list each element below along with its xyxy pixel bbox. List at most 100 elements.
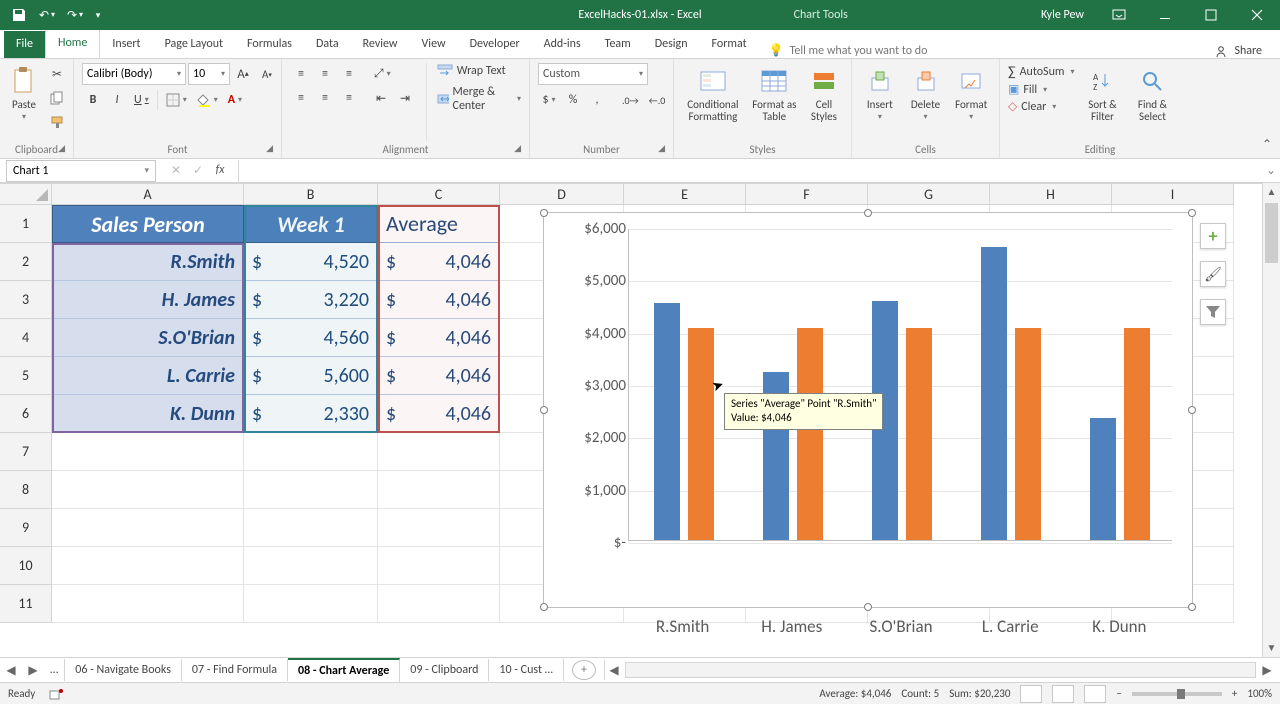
cell-C3[interactable]: $4,046 [378,281,500,319]
cell-A5[interactable]: L. Carrie [52,357,244,395]
cell-B6[interactable]: $2,330 [244,395,378,433]
scroll-left-icon[interactable]: ◀ [605,663,623,678]
comma-format-icon[interactable]: , [586,89,608,111]
sheet-tab-active[interactable]: 08 - Chart Average [288,658,400,682]
sheet-tab[interactable]: 09 - Clipboard [400,659,489,681]
decrease-font-icon[interactable]: A▾ [256,63,278,85]
chart-styles-button[interactable]: 🖌 [1200,261,1226,287]
increase-indent-icon[interactable]: ⇥ [394,87,416,109]
enter-formula-icon[interactable]: ✓ [188,163,208,178]
chart-handle[interactable] [540,209,548,217]
align-left-icon[interactable]: ≡ [290,87,312,109]
row-header[interactable]: 10 [0,547,52,585]
cell-styles-button[interactable]: Cell Styles [805,63,843,123]
sort-filter-button[interactable]: AZSort & Filter [1080,63,1124,123]
number-format-combo[interactable]: Custom▾ [538,63,648,85]
sheet-tab[interactable]: 06 - Navigate Books [65,659,182,681]
tab-file[interactable]: File [4,31,45,58]
font-size-combo[interactable]: 10▾ [188,63,230,85]
col-header[interactable]: A [52,184,244,205]
save-icon[interactable] [6,2,32,28]
macro-record-icon[interactable] [49,687,63,701]
chart-handle[interactable] [864,603,872,611]
tab-design[interactable]: Design [643,31,700,58]
sheet-nav-next-icon[interactable]: ▶ [22,663,44,678]
increase-font-icon[interactable]: A▴ [232,63,254,85]
cell-A1[interactable]: Sales Person [52,205,244,243]
vertical-scrollbar[interactable]: ▲ ▼ [1262,183,1280,657]
undo-icon[interactable]: ↶▾ [34,2,60,28]
borders-icon[interactable] [162,89,191,111]
autosum-button[interactable]: ∑AutoSum▾ [1008,63,1074,80]
cell-C2[interactable]: $4,046 [378,243,500,281]
expand-formula-bar-icon[interactable]: ⌄ [1262,163,1280,178]
view-normal-icon[interactable] [1020,685,1042,703]
cell-B3[interactable]: $3,220 [244,281,378,319]
collapse-ribbon-icon[interactable]: ⌃ [1262,137,1272,152]
col-header[interactable]: I [1112,184,1234,205]
merge-center-button[interactable]: Merge & Center▾ [437,85,521,113]
accounting-format-icon[interactable]: $ [538,89,560,111]
underline-icon[interactable]: U [130,89,153,111]
tell-me-search[interactable]: Tell me what you want to do [769,43,928,58]
chart-bar[interactable] [981,247,1007,540]
font-color-icon[interactable]: A [224,89,246,111]
maximize-icon[interactable] [1188,0,1234,30]
chart-handle[interactable] [1188,406,1196,414]
cell-B4[interactable]: $4,560 [244,319,378,357]
sheet-tab[interactable]: 10 - Cust … [489,659,564,681]
zoom-level[interactable]: 100% [1247,687,1272,700]
minimize-icon[interactable] [1142,0,1188,30]
tab-page-layout[interactable]: Page Layout [153,31,235,58]
share-button[interactable]: Share [1200,44,1276,58]
align-top-icon[interactable]: ≡ [290,63,312,85]
redo-icon[interactable]: ↷▾ [62,2,88,28]
bold-icon[interactable]: B [82,89,104,111]
align-right-icon[interactable]: ≡ [338,87,360,109]
format-cells-button[interactable]: Format▾ [951,63,991,122]
qat-customize-icon[interactable]: ▾ [90,2,106,28]
find-select-button[interactable]: Find & Select [1130,63,1174,123]
format-as-table-button[interactable]: Format as Table [750,63,799,123]
insert-cells-button[interactable]: Insert▾ [860,63,900,122]
view-page-break-icon[interactable] [1084,685,1106,703]
row-header[interactable]: 4 [0,319,52,357]
cancel-formula-icon[interactable]: ✕ [166,163,186,178]
scroll-thumb[interactable] [1265,203,1278,263]
decrease-decimal-icon[interactable]: ←.0 [645,89,670,111]
sheet-nav-prev-icon[interactable]: ◀ [0,663,22,678]
chart-bar[interactable] [906,328,932,540]
chart-plot-area[interactable] [628,229,1172,541]
chart-bar[interactable] [1015,328,1041,540]
horizontal-scrollbar[interactable]: ◀ ▶ [605,662,1280,678]
zoom-slider[interactable] [1132,692,1222,696]
fx-icon[interactable]: fx [210,163,230,178]
cell-B2[interactable]: $4,520 [244,243,378,281]
scroll-down-icon[interactable]: ▼ [1263,639,1280,657]
chart-bar[interactable] [1090,418,1116,540]
row-header[interactable]: 11 [0,585,52,623]
row-header[interactable]: 7 [0,433,52,471]
tab-developer[interactable]: Developer [458,31,532,58]
font-launcher-icon[interactable]: ◢ [266,143,273,154]
cell-A6[interactable]: K. Dunn [52,395,244,433]
zoom-in-icon[interactable]: + [1232,687,1237,700]
col-header[interactable]: B [244,184,378,205]
chart-bar[interactable] [654,303,680,540]
chart-handle[interactable] [540,406,548,414]
percent-format-icon[interactable]: % [562,89,584,111]
fill-button[interactable]: ▣Fill▾ [1008,82,1074,97]
new-sheet-button[interactable]: + [572,660,596,680]
tab-team[interactable]: Team [593,31,643,58]
chart-handle[interactable] [540,603,548,611]
tab-format[interactable]: Format [700,31,759,58]
col-header[interactable]: H [990,184,1112,205]
italic-icon[interactable]: I [106,89,128,111]
paste-button[interactable]: Paste ▾ [8,63,40,122]
font-name-combo[interactable]: Calibri (Body)▾ [82,63,186,85]
chart-bar[interactable] [1124,328,1150,540]
chart-bar[interactable] [797,328,823,540]
increase-decimal-icon[interactable]: .0→ [618,89,643,111]
cell-B5[interactable]: $5,600 [244,357,378,395]
scroll-up-icon[interactable]: ▲ [1263,183,1280,201]
